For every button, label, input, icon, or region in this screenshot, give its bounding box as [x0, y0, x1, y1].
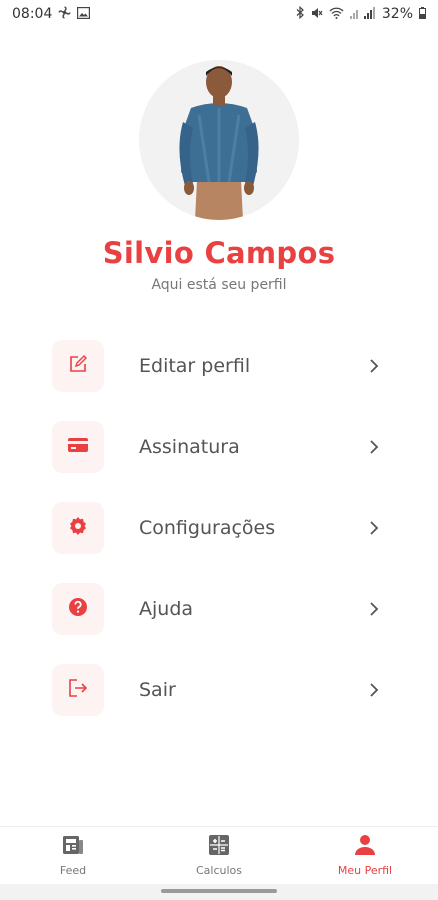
menu-icon-box: [52, 339, 104, 392]
menu-label: Sair: [139, 678, 176, 701]
nav-item-meu-perfil[interactable]: Meu Perfil: [292, 827, 438, 884]
battery-icon: [419, 6, 426, 22]
menu-icon-box: [52, 420, 104, 473]
menu-item-ajuda[interactable]: Ajuda: [0, 568, 438, 649]
nav-label: Feed: [59, 864, 87, 877]
menu-label: Assinatura: [139, 435, 240, 458]
menu-item-sair[interactable]: Sair: [0, 649, 438, 730]
bluetooth-icon: [296, 5, 305, 22]
signal-icon: [349, 6, 376, 22]
wifi-icon: [329, 7, 344, 22]
edit-icon: [69, 354, 87, 377]
calculator-icon: [208, 834, 230, 860]
profile-subtitle: Aqui está seu perfil: [151, 277, 287, 293]
profile-name: Silvio Campos: [102, 236, 336, 270]
avatar-photo: [139, 60, 299, 220]
chevron-right-icon: [366, 520, 382, 536]
nav-label: Calculos: [195, 864, 242, 877]
chevron-right-icon: [366, 358, 382, 374]
chevron-right-icon: [366, 682, 382, 698]
mute-icon: [311, 7, 323, 22]
status-left: 08:04: [12, 6, 91, 22]
menu-label: Editar perfil: [139, 354, 251, 377]
menu-item-assinatura[interactable]: Assinatura: [0, 406, 438, 487]
home-indicator[interactable]: [161, 889, 277, 893]
menu-label: Ajuda: [139, 597, 194, 620]
credit-card-icon: [68, 437, 88, 457]
menu-label: Configurações: [139, 516, 276, 539]
chevron-right-icon: [366, 439, 382, 455]
menu-icon-box: [52, 501, 104, 554]
avatar[interactable]: [139, 60, 299, 220]
menu-icon-box: [52, 663, 104, 716]
gear-icon: [68, 516, 88, 540]
nav-label: Meu Perfil: [337, 864, 393, 877]
nav-item-calculos[interactable]: Calculos: [146, 827, 292, 884]
help-icon: [68, 597, 88, 621]
bottom-nav: Feed Calculos Meu Perfil: [0, 826, 438, 884]
newspaper-icon: [62, 834, 84, 860]
person-icon: [354, 834, 376, 860]
menu-item-editar-perfil[interactable]: Editar perfil: [0, 325, 438, 406]
status-bar: 08:04 32%: [0, 0, 438, 28]
image-icon: [77, 6, 91, 22]
menu-item-configuracoes[interactable]: Configurações: [0, 487, 438, 568]
profile-menu: Editar perfil Assinatura Configurações A…: [0, 325, 438, 730]
nav-item-feed[interactable]: Feed: [0, 827, 146, 884]
status-right: 32%: [296, 5, 426, 22]
menu-icon-box: [52, 582, 104, 635]
chevron-right-icon: [366, 601, 382, 617]
battery-percent: 32%: [381, 6, 413, 22]
fan-icon: [58, 6, 71, 22]
logout-icon: [68, 678, 88, 701]
status-time: 08:04: [12, 6, 53, 22]
